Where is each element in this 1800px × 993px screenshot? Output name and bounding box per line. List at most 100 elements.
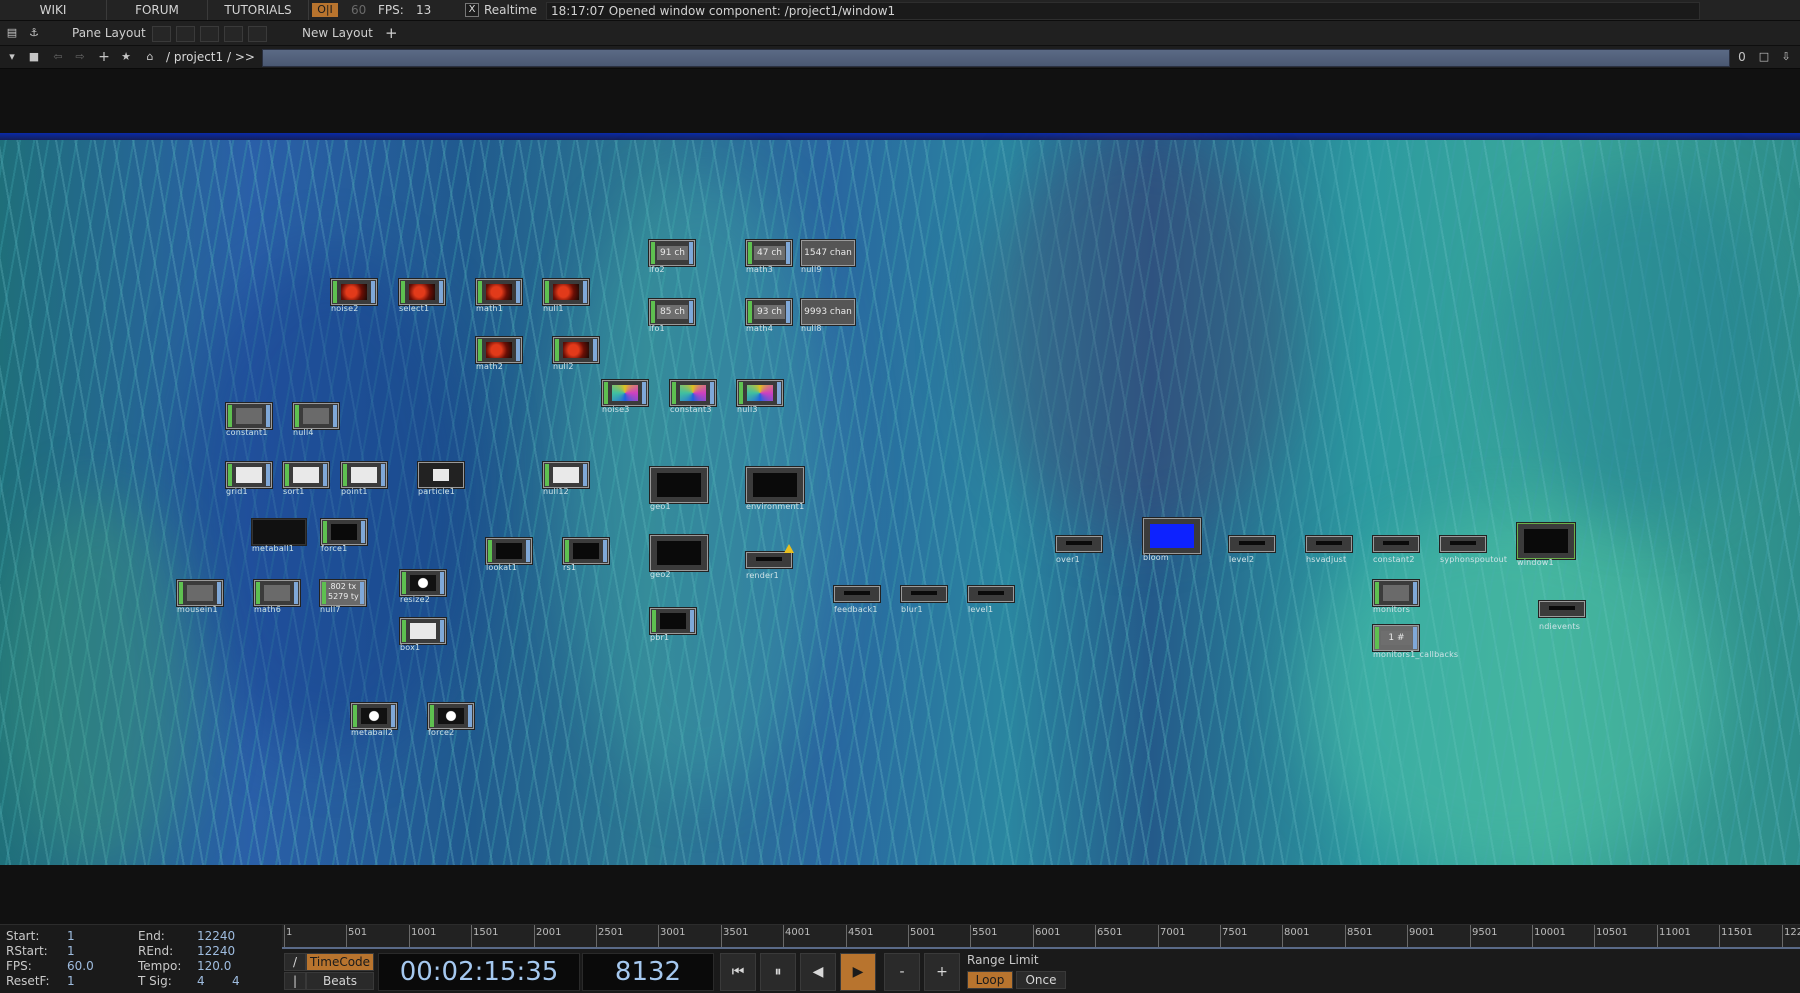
chop-node[interactable]: .802 tx 5279 ty null7 xyxy=(320,580,366,614)
layout-slot-2[interactable] xyxy=(176,26,195,42)
decrement-button[interactable]: - xyxy=(884,953,920,991)
chevron-down-icon[interactable]: ▾ xyxy=(4,49,20,65)
top-node[interactable]: level2 xyxy=(1229,530,1275,564)
download-icon[interactable]: ⇩ xyxy=(1778,49,1794,65)
start-value[interactable]: 1 xyxy=(67,929,75,944)
top-node[interactable]: blur1 xyxy=(901,580,947,614)
step-back-icon[interactable]: ◀ xyxy=(800,953,836,991)
top-node[interactable]: null2 xyxy=(553,337,599,371)
top-node[interactable]: noise3 xyxy=(602,380,648,414)
sop-node[interactable]: force2 xyxy=(428,703,474,737)
comp-node[interactable]: geo2 xyxy=(650,535,708,579)
maximize-icon[interactable]: □ xyxy=(1756,49,1772,65)
sop-node[interactable]: box1 xyxy=(400,618,446,652)
rend-value[interactable]: 12240 xyxy=(197,944,235,959)
top-node[interactable]: math2 xyxy=(476,337,522,371)
dat-node[interactable]: ndievents xyxy=(1539,597,1585,631)
top-node[interactable]: math1 xyxy=(476,279,522,313)
forum-menu[interactable]: FORUM xyxy=(107,0,208,20)
wiki-menu[interactable]: WIKI xyxy=(0,0,107,20)
rstart-value[interactable]: 1 xyxy=(67,944,75,959)
new-layout-label[interactable]: New Layout xyxy=(302,21,373,45)
chop-node[interactable]: mousein1 xyxy=(177,580,223,614)
bar-icon[interactable]: | xyxy=(284,972,306,990)
tsig-denominator[interactable]: 4 xyxy=(232,974,240,989)
comp-node[interactable]: lookat1 xyxy=(486,538,532,572)
play-icon[interactable]: ▶ xyxy=(840,953,876,991)
increment-button[interactable]: + xyxy=(924,953,960,991)
top-node[interactable]: constant2 xyxy=(1373,530,1419,564)
add-icon[interactable]: + xyxy=(96,49,112,65)
chop-node[interactable]: 47 ch math3 xyxy=(746,240,792,274)
layout-slot-1[interactable] xyxy=(152,26,171,42)
chop-node[interactable]: null4 xyxy=(293,403,339,437)
layout-slot-5[interactable] xyxy=(248,26,267,42)
skip-to-start-icon[interactable]: ⏮ xyxy=(720,953,756,991)
anchor-icon[interactable]: ⚓ xyxy=(26,25,42,41)
chop-node[interactable]: math6 xyxy=(254,580,300,614)
dat-node[interactable]: 1 # monitors1_callbacks xyxy=(1373,625,1458,659)
add-layout-button[interactable]: + xyxy=(385,21,398,45)
timeline-ruler[interactable]: 1 501 1001 1501 2001 2501 3001 3501 4001 4501 5001… xyxy=(282,925,1800,949)
sop-node[interactable]: metaball2 xyxy=(351,703,397,737)
chop-node[interactable]: 9993 chan null8 xyxy=(801,299,855,333)
chop-node[interactable]: 85 ch lfo1 xyxy=(649,299,695,333)
panel-icon[interactable]: ▤ xyxy=(4,25,20,41)
timecode-button[interactable]: TimeCode xyxy=(306,953,374,971)
top-node[interactable]: level1 xyxy=(968,580,1014,614)
timecode-display[interactable]: 00:02:15:35 xyxy=(378,953,580,991)
once-button[interactable]: Once xyxy=(1016,971,1066,989)
top-node[interactable]: bloom xyxy=(1143,518,1201,562)
sop-node[interactable]: sort1 xyxy=(283,462,329,496)
top-node[interactable]: syphonspoutout xyxy=(1440,530,1507,564)
realtime-checkbox[interactable]: X xyxy=(465,3,479,17)
top-node[interactable]: constant3 xyxy=(670,380,716,414)
top-node[interactable]: null1 xyxy=(543,279,589,313)
chop-node[interactable]: 91 ch lfo2 xyxy=(649,240,695,274)
sop-node[interactable]: grid1 xyxy=(226,462,272,496)
loop-button[interactable]: Loop xyxy=(967,971,1013,989)
top-node[interactable]: feedback1 xyxy=(834,580,880,614)
sop-node[interactable]: resize2 xyxy=(400,570,446,604)
comp-node[interactable]: geo1 xyxy=(650,467,708,511)
layout-slot-4[interactable] xyxy=(224,26,243,42)
sop-node[interactable]: point1 xyxy=(341,462,387,496)
network-path[interactable]: / project1 / >> xyxy=(166,49,255,65)
resetf-value[interactable]: 1 xyxy=(67,974,75,989)
stop-icon[interactable]: ■ xyxy=(26,49,42,65)
beats-button[interactable]: Beats xyxy=(306,972,374,990)
mat-node[interactable]: pbr1 xyxy=(650,608,696,642)
comp-node[interactable]: rs1 xyxy=(563,538,609,572)
path-field[interactable] xyxy=(262,49,1730,67)
sop-node[interactable]: particle1 xyxy=(418,462,464,496)
tutorials-menu[interactable]: TUTORIALS xyxy=(208,0,309,20)
fps-value[interactable]: 60.0 xyxy=(67,959,94,974)
perform-mode-toggle[interactable]: O|I xyxy=(312,3,338,17)
back-arrow-icon[interactable]: ⇦ xyxy=(50,49,66,65)
chop-node[interactable]: 93 ch math4 xyxy=(746,299,792,333)
warning-icon[interactable] xyxy=(784,544,794,553)
dat-node[interactable]: monitors xyxy=(1373,580,1419,614)
forward-arrow-icon[interactable]: ⇨ xyxy=(72,49,88,65)
home-icon[interactable]: ⌂ xyxy=(142,49,158,65)
slash-icon[interactable]: / xyxy=(284,953,306,971)
pause-icon[interactable]: ⏸ xyxy=(760,953,796,991)
comp-node[interactable]: environment1 xyxy=(746,467,804,511)
chop-node[interactable]: constant1 xyxy=(226,403,272,437)
top-node[interactable]: noise2 xyxy=(331,279,377,313)
top-node[interactable]: null3 xyxy=(737,380,783,414)
chop-node[interactable]: 1547 chan null9 xyxy=(801,240,855,274)
sop-node[interactable]: force1 xyxy=(321,519,367,553)
sop-node[interactable]: metaball1 xyxy=(252,519,306,553)
tsig-numerator[interactable]: 4 xyxy=(197,974,205,989)
frame-display[interactable]: 8132 xyxy=(582,953,714,991)
star-icon[interactable]: ★ xyxy=(118,49,134,65)
fps-cap[interactable]: 60 xyxy=(351,0,366,20)
layout-slot-3[interactable] xyxy=(200,26,219,42)
top-node[interactable]: over1 xyxy=(1056,530,1102,564)
top-node[interactable]: select1 xyxy=(399,279,445,313)
window-comp-node[interactable]: window1 xyxy=(1517,523,1575,567)
sop-node[interactable]: null12 xyxy=(543,462,589,496)
top-node[interactable]: hsvadjust xyxy=(1306,530,1352,564)
end-value[interactable]: 12240 xyxy=(197,929,235,944)
